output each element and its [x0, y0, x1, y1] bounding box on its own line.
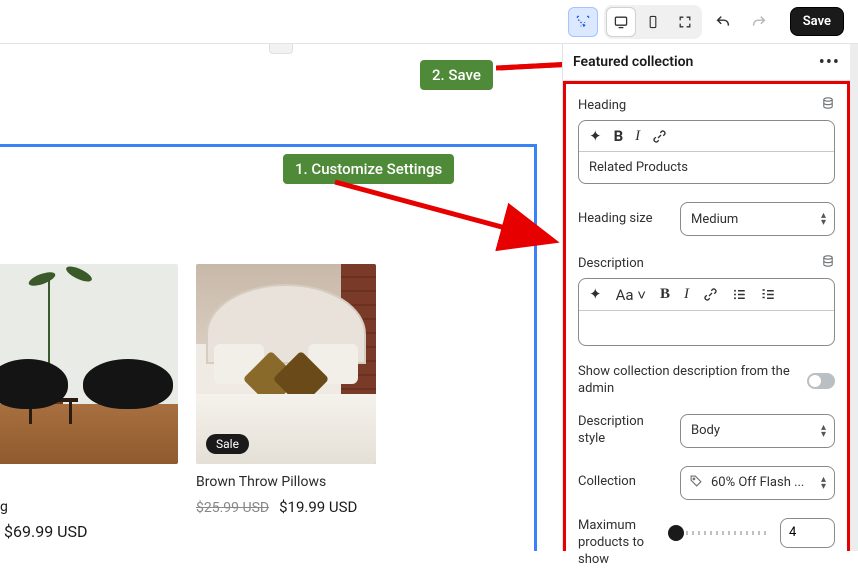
product-card[interactable]: Sale Brown Throw Pillows $25.99 USD $19.9…	[196, 264, 376, 516]
product-card[interactable]	[0, 264, 178, 516]
italic-button[interactable]: I	[635, 128, 640, 145]
panel-body: Heading ✦ B I Related Products Headin	[563, 81, 850, 551]
link-button[interactable]	[652, 129, 667, 144]
editor-topbar: Save	[0, 0, 858, 44]
panel-header: Featured collection •••	[563, 44, 850, 81]
chevron-updown-icon: ▴▾	[821, 476, 826, 490]
dynamic-source-icon[interactable]	[821, 254, 835, 272]
font-size-button[interactable]: Aa ˅	[616, 286, 646, 304]
redo-button[interactable]	[744, 7, 774, 37]
inspector-mode-button[interactable]	[568, 7, 598, 37]
undo-button[interactable]	[708, 7, 738, 37]
save-button[interactable]: Save	[790, 7, 844, 36]
tag-icon	[689, 474, 703, 492]
chevron-updown-icon: ▴▾	[821, 424, 826, 438]
annotation-arrow-icon	[0, 44, 562, 284]
dynamic-source-icon[interactable]	[821, 96, 835, 114]
heading-label: Heading	[578, 98, 626, 113]
collection-label: Collection	[578, 474, 670, 491]
numbered-list-button[interactable]	[761, 287, 776, 302]
product-price: $25.99 USD $19.99 USD	[196, 498, 376, 516]
description-editor[interactable]: ✦ Aa ˅ B I	[578, 278, 835, 346]
editor-main: Sale Brown Throw Pillows $25.99 USD $19.9…	[0, 44, 858, 551]
collection-picker[interactable]: 60% Off Flash ... ▴▾	[680, 466, 835, 500]
sale-badge: Sale	[206, 434, 249, 454]
description-style-select[interactable]: Body ▴▾	[680, 414, 835, 448]
panel-title: Featured collection	[573, 54, 693, 70]
max-products-input[interactable]: 4	[780, 518, 835, 548]
desktop-view-button[interactable]	[606, 7, 636, 37]
sparkle-icon[interactable]: ✦	[589, 285, 602, 304]
link-button[interactable]	[703, 287, 718, 302]
chevron-updown-icon: ▴▾	[821, 212, 826, 226]
annotation-arrow-icon	[496, 48, 562, 78]
viewport-switcher	[604, 5, 702, 39]
rte-toolbar: ✦ B I	[579, 121, 834, 152]
product-title: Brown Throw Pillows	[196, 474, 376, 490]
product-price: $69.99 USD	[4, 522, 88, 541]
product-image	[0, 264, 178, 464]
description-input[interactable]	[579, 311, 834, 345]
heading-size-label: Heading size	[578, 211, 670, 228]
show-desc-label: Show collection description from the adm…	[578, 364, 797, 398]
fullscreen-view-button[interactable]	[670, 7, 700, 37]
slider-thumb-icon[interactable]	[668, 525, 684, 541]
heading-size-select[interactable]: Medium ▴▾	[680, 202, 835, 236]
price-sale: $19.99 USD	[279, 498, 357, 516]
scrollbar[interactable]	[850, 44, 858, 551]
description-label: Description	[578, 256, 644, 271]
truncated-title: g	[0, 499, 8, 515]
panel-more-button[interactable]: •••	[819, 52, 840, 73]
italic-button[interactable]: I	[684, 286, 689, 303]
max-products-slider[interactable]	[668, 531, 770, 535]
bullet-list-button[interactable]	[732, 287, 747, 302]
theme-preview[interactable]: Sale Brown Throw Pillows $25.99 USD $19.9…	[0, 44, 562, 551]
heading-input[interactable]: Related Products	[579, 152, 834, 183]
description-style-label: Description style	[578, 414, 670, 448]
show-desc-toggle[interactable]	[807, 373, 835, 389]
sparkle-icon[interactable]: ✦	[589, 127, 602, 145]
price-original: $25.99 USD	[196, 500, 269, 516]
rte-toolbar: ✦ Aa ˅ B I	[579, 279, 834, 311]
max-products-label: Maximum products to show	[578, 518, 658, 568]
heading-editor[interactable]: ✦ B I Related Products	[578, 120, 835, 184]
bold-button[interactable]: B	[660, 286, 670, 303]
product-image: Sale	[196, 264, 376, 464]
bold-button[interactable]: B	[614, 127, 624, 145]
product-grid: Sale Brown Throw Pillows $25.99 USD $19.9…	[0, 264, 376, 516]
mobile-view-button[interactable]	[638, 7, 668, 37]
settings-panel: Featured collection ••• Heading ✦ B I	[562, 44, 858, 551]
